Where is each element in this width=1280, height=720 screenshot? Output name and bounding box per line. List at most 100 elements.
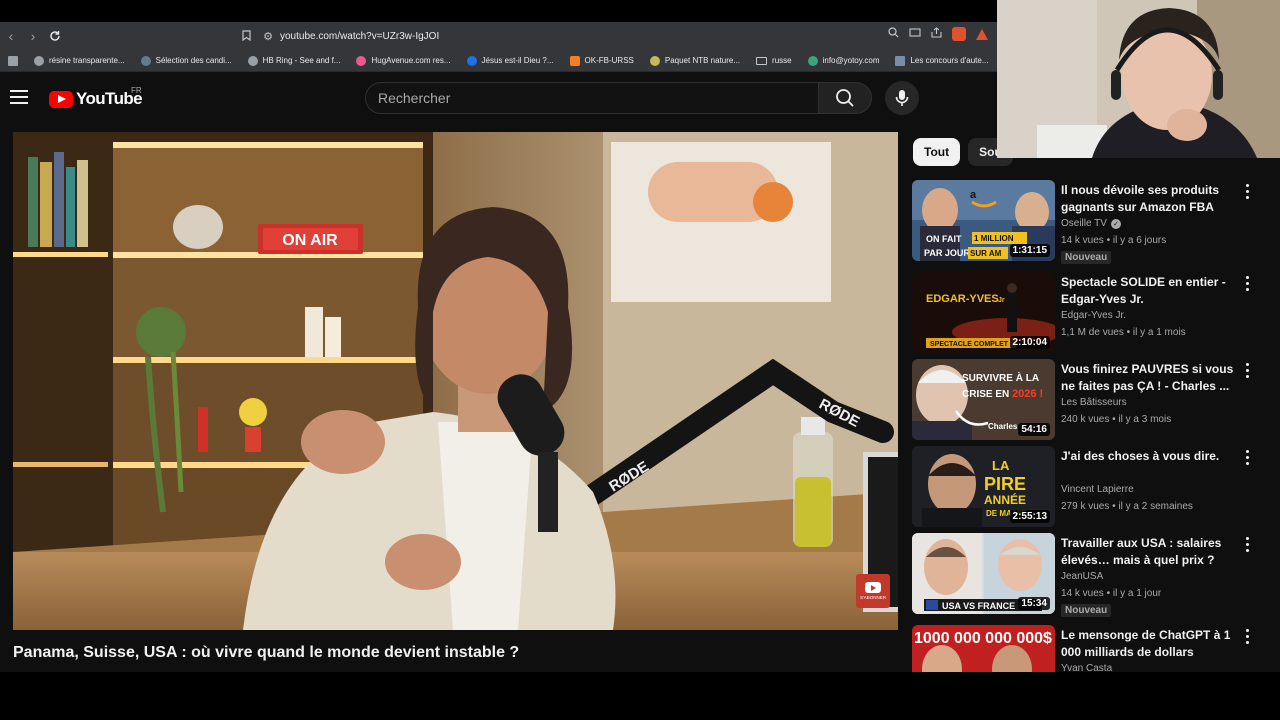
recommendations-list: ON FAIT 1 MILLION PAR JOUR SUR AM a 1:31…: [912, 180, 1272, 672]
bookmark-icon[interactable]: [236, 29, 256, 44]
apps-icon: [8, 55, 18, 66]
bookmark-label: HB Ring - See and f...: [262, 56, 341, 65]
thumbnail[interactable]: ON FAIT 1 MILLION PAR JOUR SUR AM a 1:31…: [912, 180, 1055, 261]
bookmark-label: Jésus est-il Dieu ?...: [481, 56, 554, 65]
channel-name[interactable]: Vincent Lapierre: [1061, 484, 1134, 495]
omnibox[interactable]: ⚙ youtube.com/watch?v=UZr3w-IgJOI: [236, 25, 996, 47]
more-actions-icon[interactable]: [1240, 535, 1254, 553]
channel-name[interactable]: Edgar-Yves Jr.: [1061, 310, 1126, 321]
browser-toolbar: ‹ › ⚙ youtube.com/watch?v=UZr3w-IgJOI: [0, 22, 1000, 50]
bookmark-item[interactable]: Paquet NTB nature...: [642, 55, 748, 66]
site-info-icon[interactable]: ⚙: [256, 30, 280, 43]
recommendation-item[interactable]: ON FAIT 1 MILLION PAR JOUR SUR AM a 1:31…: [912, 180, 1272, 264]
thumbnail[interactable]: EDGAR-YVES Jr SPECTACLE COMPLET 2:10:04: [912, 272, 1055, 353]
recommendation-meta: 14 k vues • il y a 1 jour: [1061, 588, 1162, 599]
recommendation-title[interactable]: Travailler aux USA : salaires élevés… ma…: [1061, 535, 1239, 569]
zoom-icon[interactable]: [888, 27, 899, 41]
channel-name[interactable]: JeanUSA: [1061, 571, 1103, 582]
site-favicon-icon: [649, 55, 660, 66]
thumbnail[interactable]: SURVIVRE À LA CRISE EN 2026 ! Charles 54…: [912, 359, 1055, 440]
recommendation-title[interactable]: Le mensonge de ChatGPT à 1 000 milliards…: [1061, 627, 1239, 661]
more-actions-icon[interactable]: [1240, 182, 1254, 200]
site-favicon-icon: [807, 55, 818, 66]
on-air-sign: ON AIR: [282, 232, 338, 249]
more-actions-icon[interactable]: [1240, 448, 1254, 466]
bookmark-item[interactable]: résine transparente...: [26, 55, 133, 66]
thumbnail[interactable]: USA VS FRANCE 15:34: [912, 533, 1055, 614]
recommendation-title[interactable]: Vous finirez PAUVRES si vous ne faites p…: [1061, 361, 1239, 395]
subscribe-watermark-label: S'ABONNER: [859, 595, 887, 600]
video-duration: 54:16: [1018, 423, 1050, 436]
brave-rewards-icon[interactable]: [976, 28, 988, 40]
bookmark-item[interactable]: Jésus est-il Dieu ?...: [459, 55, 562, 66]
recommendation-title[interactable]: J'ai des choses à vous dire.: [1061, 448, 1239, 465]
bookmark-item[interactable]: info@yotoy.com: [800, 55, 888, 66]
svg-text:1000 000 000 000$: 1000 000 000 000$: [914, 630, 1052, 647]
subscribe-watermark[interactable]: S'ABONNER: [856, 574, 890, 608]
url-text[interactable]: youtube.com/watch?v=UZr3w-IgJOI: [280, 31, 439, 42]
cast-icon[interactable]: [909, 27, 921, 41]
bookmark-item[interactable]: HugAvenue.com res...: [348, 55, 458, 66]
bookmark-item[interactable]: OK-FB-URSS: [562, 55, 642, 66]
masthead: YouTube FR: [0, 72, 1000, 128]
recommendation-channel[interactable]: Vincent Lapierre: [1061, 484, 1134, 495]
webcam-feed: [997, 0, 1280, 158]
channel-name[interactable]: Yvan Casta: [1061, 663, 1112, 672]
bookmark-folder[interactable]: russe: [748, 56, 800, 65]
menu-icon[interactable]: [10, 90, 28, 104]
recommendation-channel[interactable]: Edgar-Yves Jr.: [1061, 310, 1126, 321]
thumbnail[interactable]: 1000 000 000 000$: [912, 625, 1055, 672]
site-favicon-icon: [247, 55, 258, 66]
channel-name[interactable]: Oseille TV: [1061, 218, 1107, 229]
bookmark-label: Sélection des candi...: [155, 56, 232, 65]
more-actions-icon[interactable]: [1240, 627, 1254, 645]
brave-shield-icon[interactable]: [952, 27, 966, 41]
thumbnail[interactable]: LA PIRE ANNÉE DE MA VIE 2:55:13: [912, 446, 1055, 527]
site-favicon-icon: [466, 55, 477, 66]
voice-search-button[interactable]: [885, 81, 919, 115]
search-box: [365, 82, 819, 114]
search-input[interactable]: [366, 83, 818, 113]
video-frame: ON AIR RØDE RØDE: [13, 132, 898, 630]
video-player[interactable]: ON AIR RØDE RØDE S'ABONNER: [13, 132, 898, 630]
site-favicon-icon: [140, 55, 151, 66]
chip-tout[interactable]: Tout: [913, 138, 961, 166]
recommendation-channel[interactable]: Oseille TV ✓: [1061, 218, 1121, 229]
forward-icon[interactable]: ›: [22, 22, 44, 50]
recommendation-channel[interactable]: Les Bâtisseurs: [1061, 397, 1127, 408]
recommendation-title[interactable]: Il nous dévoile ses produits gagnants su…: [1061, 182, 1239, 216]
recommendation-title[interactable]: Spectacle SOLIDE en entier - Edgar-Yves …: [1061, 274, 1239, 308]
svg-text:LA: LA: [992, 458, 1010, 473]
reload-icon[interactable]: [44, 22, 66, 50]
svg-text:PAR JOUR: PAR JOUR: [924, 248, 970, 258]
site-favicon-icon: [34, 55, 44, 66]
folder-icon: [756, 56, 768, 65]
share-icon[interactable]: [931, 27, 942, 41]
recommendation-item[interactable]: LA PIRE ANNÉE DE MA VIE 2:55:13 J'ai des…: [912, 446, 1272, 528]
bookmark-label: info@yotoy.com: [822, 56, 880, 65]
channel-name[interactable]: Les Bâtisseurs: [1061, 397, 1127, 408]
bookmarks-apps[interactable]: [0, 55, 26, 66]
youtube-logo[interactable]: YouTube: [49, 89, 143, 109]
recommendation-item[interactable]: EDGAR-YVES Jr SPECTACLE COMPLET 2:10:04 …: [912, 272, 1272, 354]
recommendation-meta: 1,1 M de vues • il y a 1 mois: [1061, 327, 1186, 338]
svg-text:Charles: Charles: [988, 422, 1018, 431]
recommendation-item[interactable]: SURVIVRE À LA CRISE EN 2026 ! Charles 54…: [912, 359, 1272, 441]
more-actions-icon[interactable]: [1240, 274, 1254, 292]
svg-text:Jr: Jr: [998, 297, 1005, 304]
video-duration: 2:10:04: [1009, 336, 1050, 349]
bookmark-item[interactable]: Sélection des candi...: [133, 55, 240, 66]
new-badge: Nouveau: [1061, 251, 1112, 264]
back-icon[interactable]: ‹: [0, 22, 22, 50]
browser-tab-strip: [0, 0, 1000, 22]
bookmark-item[interactable]: HB Ring - See and f...: [240, 55, 349, 66]
recommendation-item[interactable]: 1000 000 000 000$ Le mensonge de ChatGPT…: [912, 625, 1272, 672]
more-actions-icon[interactable]: [1240, 361, 1254, 379]
bookmark-item[interactable]: Les concours d'aute...: [887, 55, 996, 66]
recommendation-channel[interactable]: JeanUSA: [1061, 571, 1103, 582]
recommendation-item[interactable]: USA VS FRANCE 15:34 Travailler aux USA :…: [912, 533, 1272, 617]
recommendation-channel[interactable]: Yvan Casta: [1061, 663, 1112, 672]
svg-text:ANNÉE: ANNÉE: [984, 492, 1026, 507]
search-button[interactable]: [818, 82, 872, 114]
svg-text:SPECTACLE COMPLET: SPECTACLE COMPLET: [930, 341, 1009, 348]
